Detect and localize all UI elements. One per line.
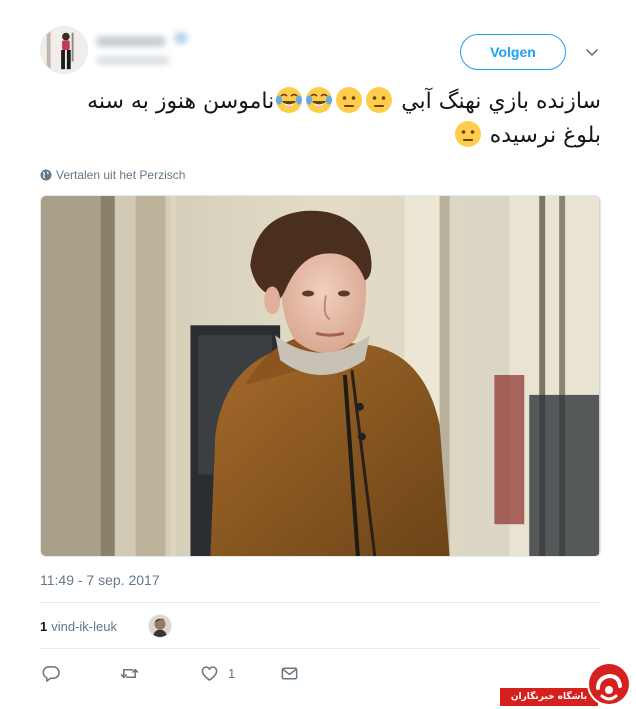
tears-of-joy-emoji <box>275 86 303 114</box>
divider <box>40 602 601 603</box>
likes-count: 1 <box>40 618 48 634</box>
tweet-text-line1: سازنده بازي نهنگ آبي <box>401 89 601 114</box>
neutral-face-emoji <box>454 120 482 148</box>
reply-button[interactable] <box>42 662 61 684</box>
tweet-photo[interactable] <box>40 195 601 557</box>
reply-icon <box>42 665 60 682</box>
envelope-icon <box>281 667 298 679</box>
like-button[interactable]: 1 <box>200 662 235 684</box>
tweet-actions: 1 <box>40 662 340 686</box>
translate-label: Vertalen uit het Perzisch <box>56 168 186 182</box>
divider <box>40 648 601 649</box>
neutral-face-emoji <box>335 86 363 114</box>
liker-avatar[interactable] <box>148 614 172 638</box>
watermark-logo <box>582 658 634 708</box>
tweet-text: سازنده بازي نهنگ آبي ناموسن هنوز به سنه … <box>36 85 601 153</box>
retweet-button[interactable] <box>120 662 139 684</box>
likes-label: vind-ik-leuk <box>51 618 117 634</box>
likes-summary[interactable]: 1 vind-ik-leuk <box>40 612 117 640</box>
neutral-face-emoji <box>365 86 393 114</box>
blurred-author-name <box>96 30 206 70</box>
like-count: 1 <box>228 665 236 681</box>
tweet-text-line1-tail: ناموسن هنوز به سنه <box>87 89 275 114</box>
direct-message-button[interactable] <box>280 662 299 684</box>
retweet-icon <box>120 668 139 678</box>
tweet-timestamp[interactable]: 11:49 - 7 sep. 2017 <box>40 572 160 588</box>
heart-icon <box>201 665 218 681</box>
watermark: باشگاه خبرنگاران <box>500 658 636 709</box>
chevron-down-icon[interactable] <box>584 44 600 60</box>
follow-button[interactable]: Volgen <box>460 34 566 70</box>
tears-of-joy-emoji <box>305 86 333 114</box>
tweet-header: Volgen <box>40 26 606 80</box>
globe-icon <box>40 169 52 181</box>
author-avatar[interactable] <box>40 26 88 74</box>
tweet-text-line2: بلوغ نرسیده <box>489 123 601 148</box>
translate-link[interactable]: Vertalen uit het Perzisch <box>40 167 185 183</box>
